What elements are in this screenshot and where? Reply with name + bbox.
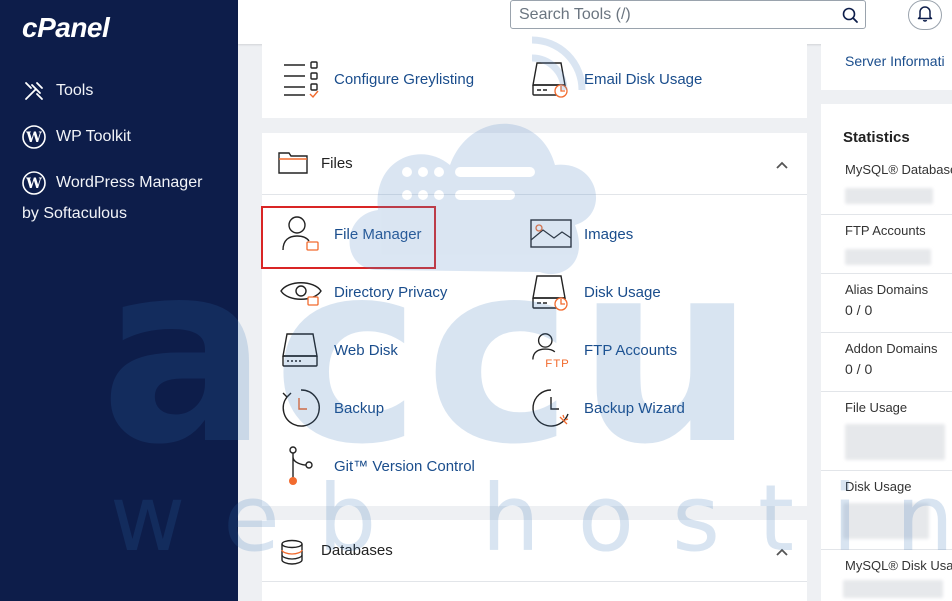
wordpress-icon: W: [22, 171, 46, 195]
tool-disk-usage[interactable]: Disk Usage: [530, 271, 661, 313]
ftp-accounts-icon: FTP: [530, 329, 572, 371]
stat-ftp-accounts: FTP Accounts: [821, 214, 952, 273]
sidebar-item-label: WordPress Manager: [56, 174, 203, 191]
tool-label: FTP Accounts: [584, 341, 678, 359]
git-icon: [280, 445, 322, 487]
sidebar-item-label: WP Toolkit: [56, 128, 131, 145]
search-input[interactable]: [511, 1, 831, 28]
statistics-title: Statistics: [843, 129, 910, 146]
search-icon[interactable]: [841, 6, 859, 24]
web-disk-icon: [280, 329, 322, 371]
stat-file-usage: File Usage: [821, 391, 952, 470]
tool-label: Directory Privacy: [334, 283, 448, 301]
section-title: Files: [321, 155, 353, 172]
tool-ftp-accounts[interactable]: FTP FTP Accounts: [530, 329, 677, 371]
images-icon: [530, 213, 572, 255]
bell-icon: [917, 4, 933, 27]
tool-label: Backup Wizard: [584, 399, 685, 417]
tool-label: Email Disk Usage: [584, 70, 703, 88]
sidebar: cPanel Tools W WP Toolkit W WordPress Ma…: [0, 0, 238, 601]
tool-label: Disk Usage: [584, 283, 661, 301]
checklist-icon: [280, 58, 322, 100]
files-section-card: Files File Manager Images Directory Priv…: [262, 133, 807, 506]
notifications-button[interactable]: [908, 0, 942, 30]
disk-usage-icon: [530, 58, 572, 100]
stat-label: File Usage: [845, 400, 908, 415]
statistics-card: Statistics MySQL® Database FTP Accounts …: [821, 104, 952, 601]
disk-usage-icon: [530, 271, 572, 313]
tool-backup-wizard[interactable]: Backup Wizard: [530, 387, 685, 429]
file-manager-icon: [280, 213, 322, 255]
cpanel-logo[interactable]: cPanel: [22, 12, 110, 44]
sidebar-item-sublabel[interactable]: by Softaculous: [22, 205, 127, 223]
redacted-value: [845, 424, 945, 460]
server-information-card: Server Informati: [821, 44, 952, 90]
redacted-value: [845, 188, 933, 204]
chevron-up-icon[interactable]: [775, 157, 789, 175]
redacted-value: [843, 503, 929, 539]
wordpress-icon: W: [22, 125, 46, 149]
svg-text:FTP: FTP: [545, 358, 569, 370]
stat-value: 0 / 0: [845, 361, 873, 377]
svg-text:W: W: [25, 176, 42, 192]
sidebar-item-wordpress-manager[interactable]: W WordPress Manager: [22, 171, 202, 195]
tool-file-manager[interactable]: File Manager: [280, 213, 422, 255]
tool-label: Git™ Version Control: [334, 457, 475, 475]
tools-icon: [22, 79, 46, 103]
directory-privacy-icon: [280, 271, 322, 313]
stat-label: Disk Usage: [845, 479, 912, 494]
backup-icon: [280, 387, 322, 429]
stat-label: MySQL® Database: [845, 162, 952, 177]
search-box: [510, 0, 866, 29]
chevron-up-icon[interactable]: [775, 544, 789, 562]
tool-email-disk-usage[interactable]: Email Disk Usage: [530, 58, 702, 100]
redacted-value: [845, 249, 931, 265]
tool-label: Configure Greylisting: [334, 70, 475, 88]
tool-label: Web Disk: [334, 341, 398, 359]
stat-label: MySQL® Disk Usag: [845, 558, 952, 573]
stat-addon-domains: Addon Domains 0 / 0: [821, 332, 952, 391]
sidebar-item-tools[interactable]: Tools: [22, 79, 93, 103]
stat-label: FTP Accounts: [845, 223, 926, 238]
server-information-link[interactable]: Server Informati: [845, 53, 945, 69]
stat-alias-domains: Alias Domains 0 / 0: [821, 273, 952, 332]
stat-mysql-databases: MySQL® Database: [821, 154, 952, 214]
tool-images[interactable]: Images: [530, 213, 633, 255]
top-bar: [238, 0, 952, 44]
tool-configure-greylisting[interactable]: Configure Greylisting: [280, 58, 474, 100]
tool-directory-privacy[interactable]: Directory Privacy: [280, 271, 447, 313]
tool-backup[interactable]: Backup: [280, 387, 384, 429]
stat-value: 0 / 0: [845, 302, 873, 318]
tool-label: Images: [584, 225, 634, 243]
redacted-value: [843, 580, 943, 598]
stat-label: Addon Domains: [845, 341, 938, 356]
sidebar-item-wp-toolkit[interactable]: W WP Toolkit: [22, 125, 131, 149]
tool-web-disk[interactable]: Web Disk: [280, 329, 398, 371]
stat-label: Alias Domains: [845, 282, 929, 297]
svg-text:W: W: [25, 130, 42, 146]
databases-section-header[interactable]: Databases: [262, 520, 807, 582]
folder-icon: [278, 149, 308, 180]
email-section-card: Configure Greylisting Email Disk Usage: [262, 44, 807, 118]
backup-wizard-icon: [530, 387, 572, 429]
databases-section-card: Databases: [262, 520, 807, 601]
database-icon: [280, 539, 304, 570]
tool-label: File Manager: [334, 225, 422, 243]
sidebar-item-label: Tools: [56, 82, 94, 99]
files-section-header[interactable]: Files: [262, 133, 807, 195]
section-title: Databases: [321, 542, 393, 559]
tool-git-version-control[interactable]: Git™ Version Control: [280, 445, 475, 487]
stat-mysql-disk-usage: MySQL® Disk Usag: [821, 549, 952, 601]
stat-disk-usage: Disk Usage: [821, 470, 952, 549]
tool-label: Backup: [334, 399, 385, 417]
